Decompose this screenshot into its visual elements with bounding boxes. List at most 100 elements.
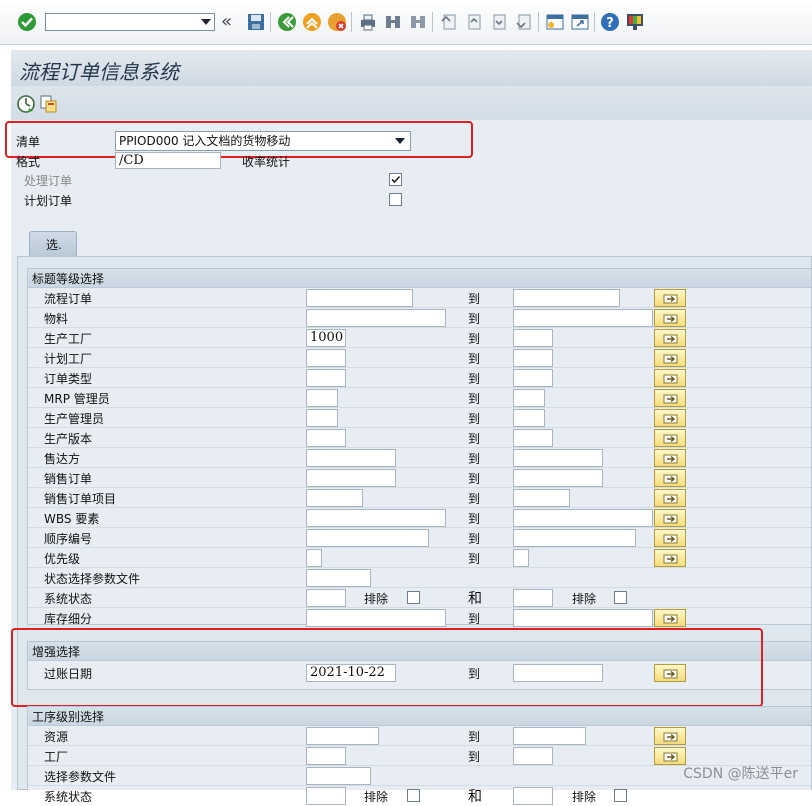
- from-input[interactable]: 1000: [306, 329, 346, 347]
- from-input[interactable]: [306, 489, 363, 507]
- shortcut-icon[interactable]: [570, 12, 590, 32]
- selection-profile-input[interactable]: [306, 569, 371, 587]
- multiple-selection-button[interactable]: [654, 489, 686, 507]
- table-row: 优先级 到: [28, 548, 811, 568]
- to-input[interactable]: [513, 309, 653, 327]
- save-icon[interactable]: [246, 12, 266, 32]
- help-icon[interactable]: ?: [600, 12, 620, 32]
- exclude-checkbox[interactable]: [614, 591, 627, 604]
- next-page-icon[interactable]: [489, 12, 509, 32]
- to-input[interactable]: [513, 549, 529, 567]
- from-input[interactable]: [306, 469, 396, 487]
- multiple-selection-button[interactable]: [654, 747, 686, 765]
- first-page-icon[interactable]: [439, 12, 459, 32]
- table-row: 生产版本 到: [28, 428, 811, 448]
- from-input[interactable]: [306, 609, 446, 627]
- to-input[interactable]: [513, 747, 553, 765]
- arrow-right-icon: [663, 334, 678, 344]
- svg-text:?: ?: [606, 16, 614, 31]
- table-row: 库存细分 到: [28, 608, 811, 627]
- multiple-selection-button[interactable]: [654, 349, 686, 367]
- from-input[interactable]: [306, 309, 446, 327]
- to-input[interactable]: [513, 469, 603, 487]
- customize-layout-icon[interactable]: [625, 12, 645, 32]
- last-page-icon[interactable]: [514, 12, 534, 32]
- exclude-checkbox[interactable]: [407, 591, 420, 604]
- selection-profile-input[interactable]: [306, 767, 371, 785]
- from-input[interactable]: [306, 389, 338, 407]
- to-input[interactable]: [513, 727, 586, 745]
- group-title: 工序级别选择: [28, 707, 811, 726]
- multiple-selection-button[interactable]: [654, 329, 686, 347]
- from-input[interactable]: [306, 349, 346, 367]
- from-input[interactable]: [306, 747, 346, 765]
- command-field[interactable]: [45, 13, 215, 31]
- to-input[interactable]: [513, 349, 553, 367]
- to-input[interactable]: [513, 329, 553, 347]
- from-input[interactable]: [306, 727, 379, 745]
- group-title: 标题等级选择: [28, 269, 811, 288]
- multiple-selection-button[interactable]: [654, 449, 686, 467]
- execute-icon[interactable]: [16, 94, 36, 114]
- back-icon[interactable]: [277, 12, 297, 32]
- to-input[interactable]: [513, 609, 653, 627]
- from-input[interactable]: [306, 449, 396, 467]
- exclude-checkbox[interactable]: [407, 789, 420, 802]
- table-row: 计划工厂 到: [28, 348, 811, 368]
- table-row: 销售订单项目 到: [28, 488, 811, 508]
- enter-icon[interactable]: [17, 12, 37, 32]
- process-orders-checkbox[interactable]: [389, 173, 402, 186]
- multiple-selection-button[interactable]: [654, 469, 686, 487]
- system-status-input[interactable]: [306, 589, 346, 607]
- title-bar: 流程订单信息系统: [11, 50, 812, 86]
- table-row: WBS 要素 到: [28, 508, 811, 528]
- cancel-icon[interactable]: [327, 12, 347, 32]
- new-session-icon[interactable]: [545, 12, 565, 32]
- multiple-selection-button[interactable]: [654, 389, 686, 407]
- multiple-selection-button[interactable]: [654, 409, 686, 427]
- to-input[interactable]: [513, 529, 636, 547]
- from-input[interactable]: [306, 409, 338, 427]
- multiple-selection-button[interactable]: [654, 429, 686, 447]
- from-input[interactable]: [306, 509, 446, 527]
- to-input[interactable]: [513, 409, 545, 427]
- from-input[interactable]: [306, 369, 346, 387]
- multiple-selection-button[interactable]: [654, 309, 686, 327]
- print-icon[interactable]: [358, 12, 378, 32]
- chevron-down-icon[interactable]: [201, 19, 211, 25]
- exclude-checkbox[interactable]: [614, 789, 627, 802]
- multiple-selection-button[interactable]: [654, 727, 686, 745]
- previous-page-icon[interactable]: [464, 12, 484, 32]
- planned-orders-checkbox[interactable]: [389, 193, 402, 206]
- from-input[interactable]: [306, 289, 413, 307]
- get-variant-icon[interactable]: [39, 94, 59, 114]
- from-input[interactable]: [306, 549, 322, 567]
- to-input[interactable]: [513, 289, 620, 307]
- arrow-right-icon: [663, 294, 678, 304]
- system-status-and-input[interactable]: [513, 589, 553, 607]
- multiple-selection-button[interactable]: [654, 529, 686, 547]
- multiple-selection-button[interactable]: [654, 289, 686, 307]
- find-next-icon[interactable]: [408, 12, 428, 32]
- back-double-arrow-icon[interactable]: «: [221, 11, 241, 32]
- arrow-right-icon: [663, 374, 678, 384]
- table-row: 生产工厂 1000 到: [28, 328, 811, 348]
- find-icon[interactable]: [383, 12, 403, 32]
- arrow-right-icon: [663, 494, 678, 504]
- multiple-selection-button[interactable]: [654, 369, 686, 387]
- multiple-selection-button[interactable]: [654, 509, 686, 527]
- to-input[interactable]: [513, 429, 553, 447]
- to-input[interactable]: [513, 509, 653, 527]
- to-input[interactable]: [513, 449, 603, 467]
- to-input[interactable]: [513, 489, 570, 507]
- multiple-selection-button[interactable]: [654, 549, 686, 567]
- from-input[interactable]: [306, 429, 346, 447]
- exit-icon[interactable]: [302, 12, 322, 32]
- format-input[interactable]: /CD: [115, 152, 221, 169]
- to-input[interactable]: [513, 389, 545, 407]
- multiple-selection-button[interactable]: [654, 609, 686, 627]
- arrow-right-icon: [663, 614, 678, 624]
- to-input[interactable]: [513, 369, 553, 387]
- from-input[interactable]: [306, 529, 429, 547]
- tab-selection[interactable]: 选.: [29, 231, 77, 256]
